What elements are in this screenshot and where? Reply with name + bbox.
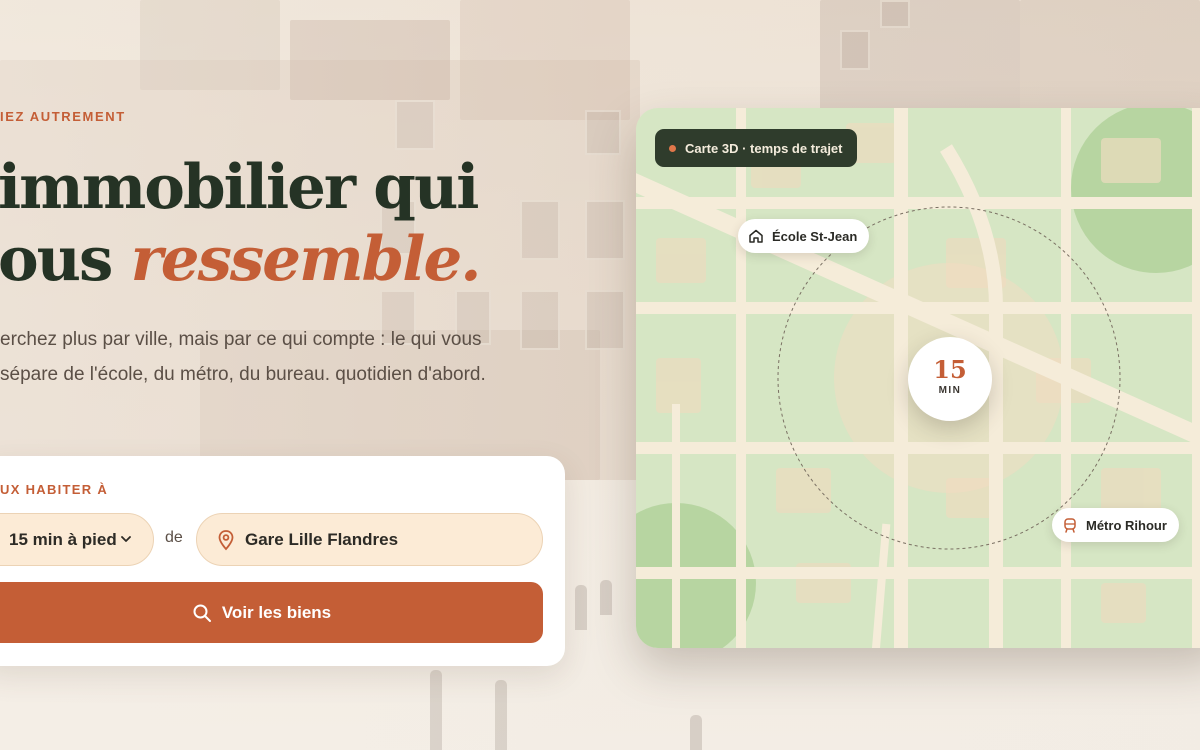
headline-line2-prefix: ous (0, 224, 131, 295)
headline-accent: ressemble. (130, 224, 482, 295)
poi-metro[interactable]: Métro Rihour (1052, 508, 1179, 542)
duration-value: 15 min à pied (9, 529, 117, 549)
map-mode-badge: Carte 3D · temps de trajet (655, 129, 857, 167)
hero-eyebrow: IEZ AUTREMENT (0, 109, 126, 124)
view-properties-label: Voir les biens (221, 602, 332, 622)
travel-time-unit: MIN (938, 385, 962, 396)
duration-select[interactable]: 15 min à pied (0, 513, 154, 566)
search-label: UX HABITER À (0, 482, 109, 497)
poi-school[interactable]: École St-Jean (738, 219, 870, 253)
poi-school-label: École St-Jean (772, 228, 858, 244)
search-icon (193, 604, 211, 622)
poi-metro-label: Métro Rihour (1086, 517, 1167, 533)
connector-label: de (165, 529, 183, 546)
travel-time-value: 15 (933, 355, 967, 384)
metro-icon (1064, 518, 1076, 533)
hero-headline: immobilier qui ous ressemble. (0, 152, 558, 296)
home-icon (749, 229, 763, 243)
location-pin-icon (218, 530, 234, 551)
chevron-down-icon (121, 536, 131, 542)
hero-lead: erchez plus par ville, mais par ce qui c… (0, 329, 486, 385)
location-value: Gare Lille Flandres (245, 529, 399, 549)
live-dot-icon (669, 144, 676, 152)
travel-time-badge: 15 MIN (908, 337, 992, 421)
view-properties-button[interactable]: Voir les biens (0, 582, 543, 643)
map-mode-label: Carte 3D · temps de trajet (685, 140, 843, 156)
headline-line1: immobilier qui (0, 152, 479, 223)
location-input[interactable]: Gare Lille Flandres (196, 513, 543, 566)
